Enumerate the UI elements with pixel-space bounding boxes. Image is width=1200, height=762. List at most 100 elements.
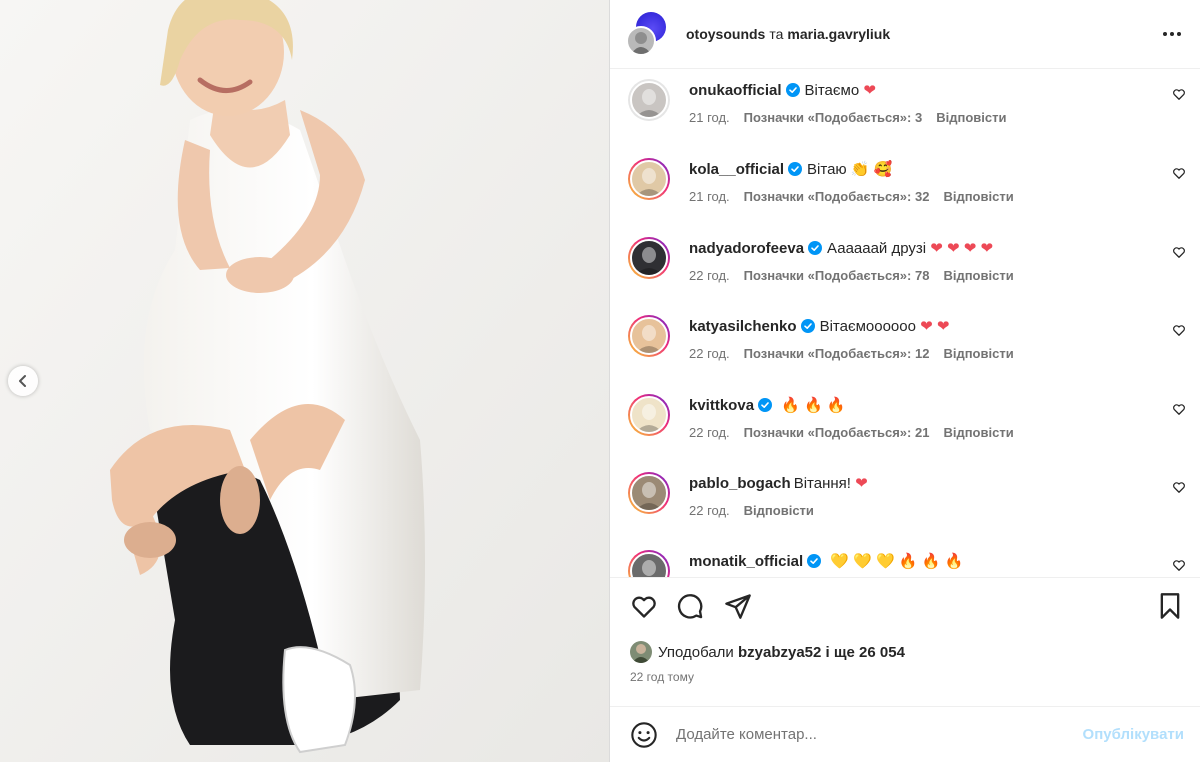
comment-text: Вітаємо (804, 82, 860, 99)
post-timestamp[interactable]: 22 год тому (630, 670, 694, 684)
liked-by-summary: Уподобали bzyabzya52 і ще 26 054 (630, 641, 905, 663)
person-icon (636, 482, 662, 510)
reply-button[interactable]: Відповісти (943, 268, 1013, 283)
comment-icon[interactable] (676, 592, 704, 620)
comment-username[interactable]: onukaofficial (689, 82, 782, 99)
author-link-1[interactable]: otoysounds (686, 26, 765, 42)
comment-row: kvittkova 🔥 🔥 🔥 22 год. Позначки «Подобаєт… (626, 392, 1200, 470)
comment-row: monatik_official 💛 💛 💛 🔥 🔥 🔥 (626, 548, 1200, 577)
comment-time[interactable]: 22 год. (689, 268, 730, 283)
comment-username[interactable]: nadyadorofeeva (689, 240, 804, 257)
comment-emoji: 🔥 🔥 🔥 (781, 397, 846, 414)
avatar[interactable] (628, 237, 670, 279)
author-separator: та (769, 26, 784, 42)
like-comment-heart-icon[interactable] (1172, 558, 1186, 572)
comment-body: pablo_bogach Вітання! ❤ 22 год. Відповісти (689, 474, 1159, 518)
like-comment-heart-icon[interactable] (1172, 166, 1186, 180)
comment-username[interactable]: kola__official (689, 161, 784, 178)
verified-badge-icon (807, 554, 822, 568)
avatar-image (630, 160, 668, 198)
post-header: otoysounds та maria.gavryliuk (610, 0, 1200, 69)
comment-time[interactable]: 22 год. (689, 425, 730, 440)
like-comment-heart-icon[interactable] (1172, 480, 1186, 494)
post-modal: otoysounds та maria.gavryliuk onukaofficia… (0, 0, 1200, 762)
comment-body: monatik_official 💛 💛 💛 🔥 🔥 🔥 (689, 552, 1159, 572)
avatar-image (630, 239, 668, 277)
comment-body: onukaofficial Вітаємо ❤ 21 год. Позначки «П… (689, 81, 1159, 125)
like-heart-icon[interactable] (630, 592, 658, 620)
dot-icon (1163, 32, 1167, 36)
avatar[interactable] (628, 79, 670, 121)
comment-time[interactable]: 21 год. (689, 110, 730, 125)
save-bookmark-icon[interactable] (1156, 592, 1184, 620)
comment-time[interactable]: 22 год. (689, 503, 730, 518)
liked-by-user[interactable]: bzyabzya52 (738, 644, 821, 661)
post-authors: otoysounds та maria.gavryliuk (686, 26, 890, 42)
author-link-2[interactable]: maria.gavryliuk (787, 26, 890, 42)
like-comment-heart-icon[interactable] (1172, 87, 1186, 101)
reply-button[interactable]: Відповісти (744, 503, 814, 518)
comment-emoji: ❤ ❤ (920, 318, 950, 335)
comment-line: kola__official Вітаю 👏 🥰 (689, 160, 1159, 180)
comment-username[interactable]: pablo_bogach (689, 475, 791, 492)
comment-likes-count[interactable]: Позначки «Подобається»: 3 (744, 110, 923, 125)
comment-line: monatik_official 💛 💛 💛 🔥 🔥 🔥 (689, 552, 1159, 572)
person-icon (636, 247, 662, 275)
comment-time[interactable]: 21 год. (689, 189, 730, 204)
avatar-image (630, 552, 668, 577)
avatar[interactable] (628, 158, 670, 200)
chevron-left-icon (19, 375, 26, 387)
comment-emoji: 💛 💛 💛 🔥 🔥 🔥 (830, 553, 964, 570)
liked-by-count[interactable]: і ще 26 054 (826, 644, 905, 661)
post-photo[interactable] (0, 0, 609, 762)
reply-button[interactable]: Відповісти (943, 346, 1013, 361)
comment-text: Вітаємоооооо (819, 318, 916, 335)
avatar[interactable] (630, 641, 652, 663)
comment-row: nadyadorofeeva Аааааай друзі ❤ ❤ ❤ ❤ 22 го… (626, 235, 1200, 313)
comments-list[interactable]: onukaofficial Вітаємо ❤ 21 год. Позначки «П… (610, 69, 1200, 577)
comment-likes-count[interactable]: Позначки «Подобається»: 21 (744, 425, 930, 440)
like-comment-heart-icon[interactable] (1172, 245, 1186, 259)
comment-username[interactable]: kvittkova (689, 397, 754, 414)
previous-photo-button[interactable] (8, 366, 38, 396)
comment-body: nadyadorofeeva Аааааай друзі ❤ ❤ ❤ ❤ 22 го… (689, 239, 1159, 283)
verified-badge-icon (808, 241, 823, 255)
comment-text: Вітаю (807, 161, 847, 178)
comment-likes-count[interactable]: Позначки «Подобається»: 32 (744, 189, 930, 204)
verified-badge-icon (785, 83, 800, 97)
collab-avatars[interactable] (626, 12, 670, 56)
comment-line: nadyadorofeeva Аааааай друзі ❤ ❤ ❤ ❤ (689, 239, 1159, 259)
post-comment-button[interactable]: Опублікувати (1083, 726, 1184, 743)
more-options-button[interactable] (1160, 22, 1184, 46)
comment-likes-count[interactable]: Позначки «Подобається»: 78 (744, 268, 930, 283)
avatar-image (630, 474, 668, 512)
person-icon (631, 32, 651, 54)
comment-time[interactable]: 22 год. (689, 346, 730, 361)
comment-emoji: 👏 🥰 (850, 161, 893, 178)
person-icon (642, 560, 656, 576)
liked-by-prefix: Уподобали (658, 643, 734, 661)
comment-username[interactable]: katyasilchenko (689, 318, 797, 335)
like-comment-heart-icon[interactable] (1172, 402, 1186, 416)
comment-meta: 21 год. Позначки «Подобається»: 3 Відповіс… (689, 110, 1159, 125)
comment-likes-count[interactable]: Позначки «Подобається»: 12 (744, 346, 930, 361)
comment-line: pablo_bogach Вітання! ❤ (689, 474, 1159, 494)
avatar[interactable] (628, 472, 670, 514)
comment-meta: 21 год. Позначки «Подобається»: 32 Відпові… (689, 189, 1159, 204)
comment-meta: 22 год. Відповісти (689, 503, 1159, 518)
avatar[interactable] (628, 315, 670, 357)
comment-username[interactable]: monatik_official (689, 553, 803, 570)
avatar[interactable] (628, 550, 670, 577)
dot-icon (1170, 32, 1174, 36)
emoji-icon[interactable] (630, 721, 658, 749)
reply-button[interactable]: Відповісти (943, 189, 1013, 204)
avatar-image (630, 81, 668, 119)
avatar[interactable] (628, 394, 670, 436)
comment-meta: 22 год. Позначки «Подобається»: 21 Відпові… (689, 425, 1159, 440)
reply-button[interactable]: Відповісти (936, 110, 1006, 125)
person-icon (636, 325, 662, 353)
share-send-icon[interactable] (724, 592, 752, 620)
comment-input[interactable] (676, 726, 1056, 743)
reply-button[interactable]: Відповісти (943, 425, 1013, 440)
like-comment-heart-icon[interactable] (1172, 323, 1186, 337)
